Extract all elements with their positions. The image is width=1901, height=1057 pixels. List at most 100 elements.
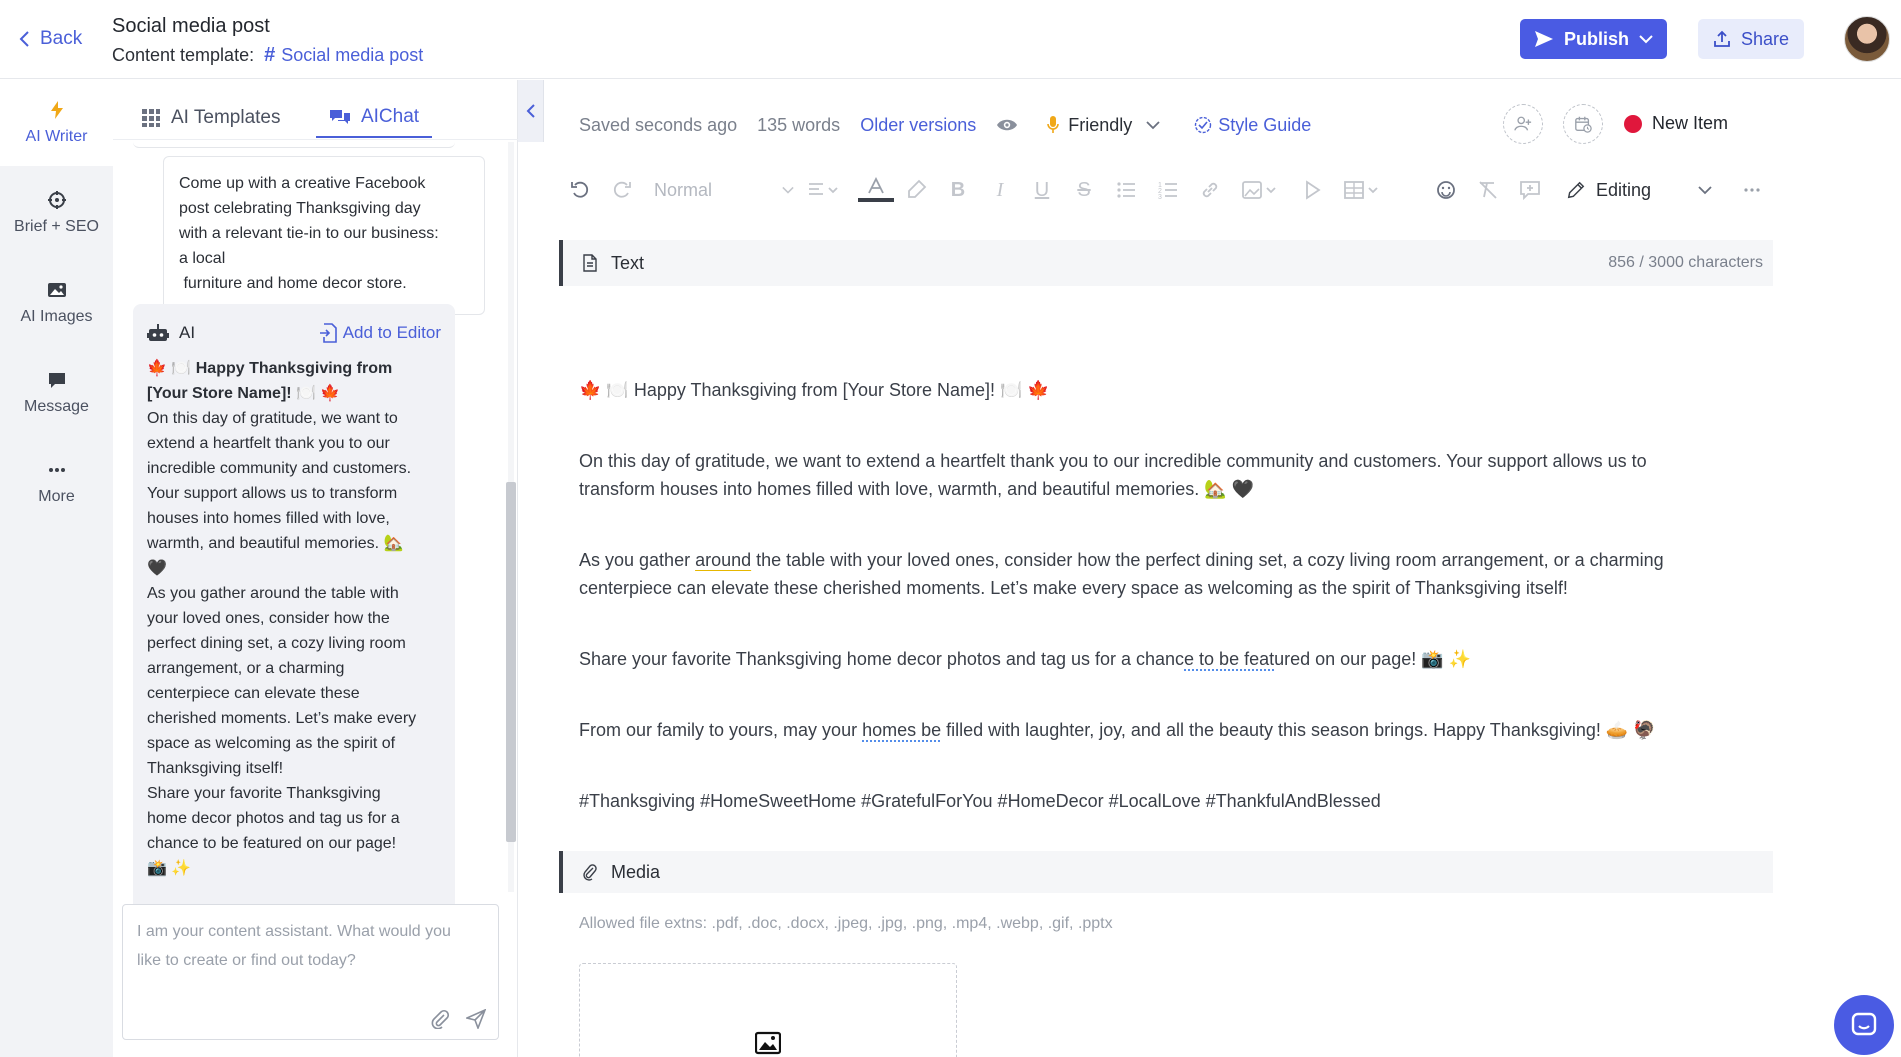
chat-input[interactable]: I am your content assistant. What would … bbox=[122, 904, 499, 1040]
ai-label-text: AI bbox=[179, 323, 196, 342]
back-button[interactable]: Back bbox=[18, 28, 82, 50]
assign-user-button[interactable] bbox=[1503, 104, 1543, 144]
ai-body-line: 🖤 bbox=[147, 560, 167, 577]
formatting-toolbar: Normal B I U S 123 Editing bbox=[566, 172, 1766, 208]
nav-more-label: More bbox=[38, 488, 75, 505]
user-message-line: Come up with a creative Facebook bbox=[179, 175, 426, 192]
style-guide-label: Style Guide bbox=[1218, 114, 1312, 135]
add-comment-button[interactable] bbox=[1516, 172, 1544, 208]
support-chat-button[interactable] bbox=[1834, 995, 1894, 1055]
paragraph-hashtags: #Thanksgiving #HomeSweetHome #GratefulFo… bbox=[579, 791, 1381, 811]
paperclip-icon bbox=[583, 864, 597, 881]
style-guide-link[interactable]: Style Guide bbox=[1194, 115, 1311, 136]
ai-body-line: warmth, and beautiful memories. 🏡 bbox=[147, 535, 404, 552]
tone-selector[interactable]: Friendly bbox=[1046, 115, 1160, 136]
text-color-button[interactable] bbox=[858, 172, 894, 208]
scroll-thumb[interactable] bbox=[506, 482, 516, 842]
chat-icon bbox=[329, 110, 350, 124]
assistant-panel: AI Templates AIChat Come up with a creat… bbox=[113, 80, 518, 1057]
send-icon[interactable] bbox=[466, 1009, 486, 1029]
nav-brief-seo[interactable]: Brief + SEO bbox=[0, 170, 113, 256]
bold-icon: B bbox=[950, 178, 966, 201]
add-to-editor-label: Add to Editor bbox=[342, 323, 441, 342]
ai-heading-line: 🍁 🍽️ Happy Thanksgiving from bbox=[147, 356, 441, 381]
more-options-button[interactable] bbox=[1738, 172, 1766, 208]
chat-bubble-icon bbox=[1851, 1012, 1877, 1036]
insert-table-button[interactable] bbox=[1340, 172, 1384, 208]
insert-document-icon bbox=[319, 323, 337, 343]
strikethrough-button[interactable]: S bbox=[1070, 172, 1098, 208]
nav-ai-images[interactable]: AI Images bbox=[0, 260, 113, 346]
ai-message-text: 🍁 🍽️ Happy Thanksgiving from [Your Store… bbox=[147, 356, 441, 881]
undo-button[interactable] bbox=[566, 172, 594, 208]
ai-body-line: cherished moments. Let’s make every bbox=[147, 710, 417, 727]
underline-button[interactable]: U bbox=[1028, 172, 1056, 208]
add-to-editor-button[interactable]: Add to Editor bbox=[319, 323, 441, 343]
paperclip-icon[interactable] bbox=[430, 1009, 450, 1029]
editing-mode-label: Editing bbox=[1596, 179, 1652, 200]
older-versions-link[interactable]: Older versions bbox=[860, 115, 976, 136]
status-new-item[interactable]: New Item bbox=[1624, 113, 1728, 134]
tab-ai-templates[interactable]: AI Templates bbox=[141, 98, 280, 138]
highlight-button[interactable] bbox=[902, 172, 930, 208]
bold-button[interactable]: B bbox=[944, 172, 972, 208]
grid-icon bbox=[142, 109, 160, 127]
clear-format-button[interactable] bbox=[1474, 172, 1502, 208]
style-suggestion[interactable]: homes be bbox=[862, 720, 941, 740]
schedule-button[interactable] bbox=[1563, 104, 1603, 144]
nav-message[interactable]: Message bbox=[0, 350, 113, 436]
ai-body-line: extend a heartfelt thank you to our bbox=[147, 435, 390, 452]
insert-video-button[interactable] bbox=[1298, 172, 1326, 208]
publish-button[interactable]: Publish bbox=[1520, 19, 1667, 59]
user-message-line: furniture and home decor store. bbox=[179, 275, 407, 292]
paragraph-gather: As you gather around the table with your… bbox=[579, 546, 1769, 602]
tab-aichat[interactable]: AIChat bbox=[316, 98, 432, 138]
nav-more[interactable]: More bbox=[0, 440, 113, 526]
content-template: Content template: # Social media post bbox=[112, 44, 423, 67]
paragraph-line: centerpiece can elevate these cherished … bbox=[579, 578, 1568, 598]
numbered-list-button[interactable]: 123 bbox=[1154, 172, 1182, 208]
align-icon bbox=[809, 183, 838, 195]
chevron-left-icon bbox=[526, 104, 535, 118]
microphone-icon bbox=[1047, 116, 1060, 133]
paragraph-family: From our family to yours, may your homes… bbox=[579, 716, 1769, 744]
grammar-suggestion[interactable]: around bbox=[695, 550, 751, 570]
style-suggestion[interactable]: e to be feat bbox=[1184, 649, 1274, 669]
redo-button[interactable] bbox=[608, 172, 636, 208]
collapse-panel-button[interactable] bbox=[518, 80, 544, 142]
editor-content[interactable]: 🍁 🍽️ Happy Thanksgiving from [Your Store… bbox=[579, 376, 1769, 858]
paragraph-line: transform houses into homes filled with … bbox=[579, 479, 1255, 499]
paragraph-heading: 🍁 🍽️ Happy Thanksgiving from [Your Store… bbox=[579, 380, 1050, 400]
chat-scrollbar[interactable] bbox=[505, 142, 517, 892]
chat-input-placeholder: like to create or find out today? bbox=[137, 952, 356, 969]
nav-ai-writer[interactable]: AI Writer bbox=[0, 80, 113, 166]
share-button[interactable]: Share bbox=[1698, 19, 1804, 59]
top-bar: Back Social media post Content template:… bbox=[0, 0, 1901, 79]
ai-label: AI bbox=[147, 323, 195, 343]
lightning-icon bbox=[50, 101, 63, 119]
ai-body-line: houses into homes filled with love, bbox=[147, 510, 390, 527]
italic-button[interactable]: I bbox=[986, 172, 1014, 208]
nav-message-label: Message bbox=[24, 398, 89, 415]
nav-ai-images-label: AI Images bbox=[20, 308, 93, 325]
image-icon bbox=[1242, 181, 1276, 199]
text-section-title: Text bbox=[581, 253, 644, 274]
user-avatar[interactable] bbox=[1844, 16, 1890, 62]
media-section-header: Media bbox=[559, 851, 1773, 893]
paragraph-fragment: filled with laughter, joy, and all the b… bbox=[941, 720, 1656, 740]
bullet-list-button[interactable] bbox=[1112, 172, 1140, 208]
link-button[interactable] bbox=[1196, 172, 1224, 208]
emoji-button[interactable] bbox=[1432, 172, 1460, 208]
robot-icon bbox=[147, 324, 169, 341]
allowed-file-types: Allowed file extns: .pdf, .doc, .docx, .… bbox=[579, 915, 1113, 932]
eye-icon[interactable] bbox=[996, 117, 1018, 133]
paragraph-fragment: Share your favorite Thanksgiving home de… bbox=[579, 649, 1185, 669]
editing-mode-select[interactable]: Editing bbox=[1566, 172, 1712, 208]
media-section-label: Media bbox=[611, 861, 661, 882]
content-template-link[interactable]: # Social media post bbox=[264, 44, 423, 67]
align-button[interactable] bbox=[802, 172, 846, 208]
media-drop-zone[interactable] bbox=[579, 963, 957, 1057]
message-icon bbox=[48, 373, 65, 388]
paragraph-style-select[interactable]: Normal bbox=[654, 172, 794, 208]
insert-image-button[interactable] bbox=[1238, 172, 1282, 208]
